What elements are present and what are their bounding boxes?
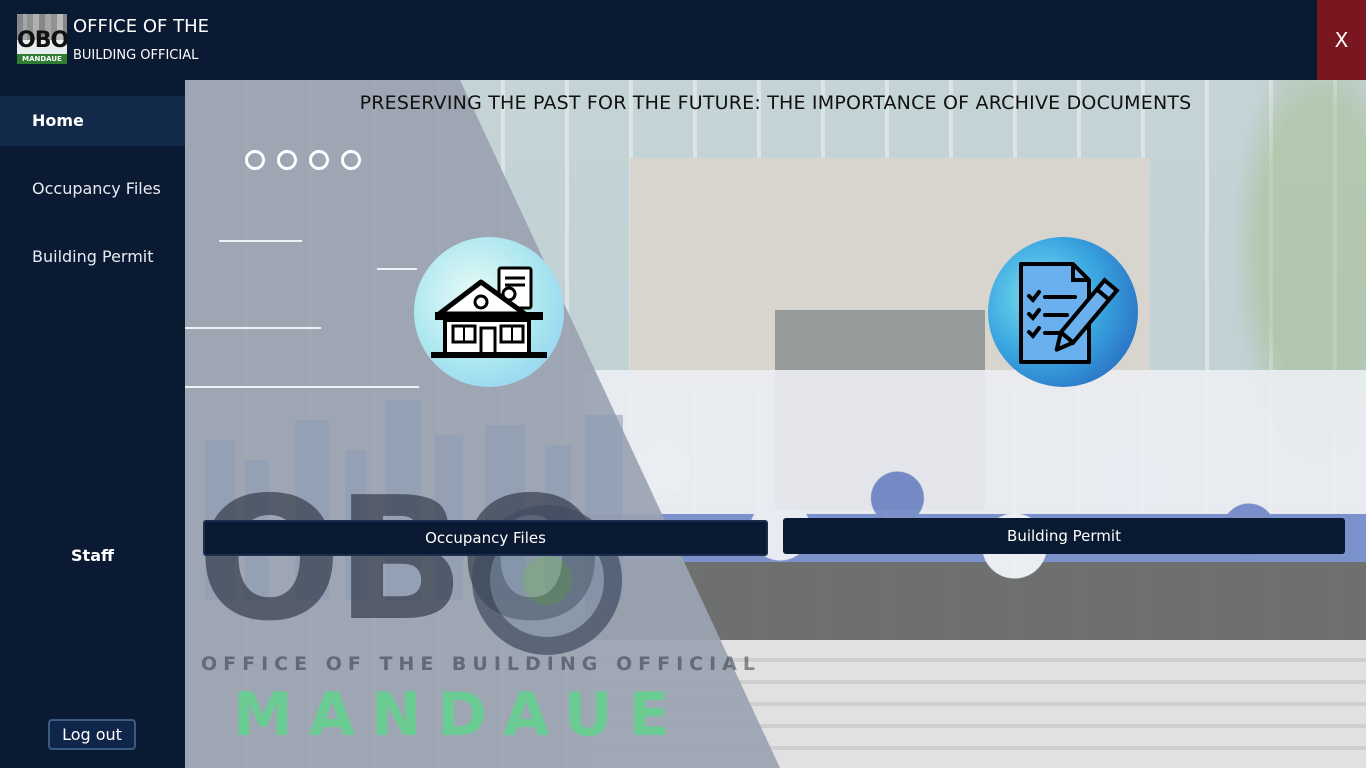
house-certificate-icon[interactable] [414, 237, 564, 387]
main-panel: OBO OFFICE OF THE BUILDING OFFICIAL MAND… [185, 80, 1366, 768]
carousel-dots [245, 150, 361, 170]
permit-document-pen-icon[interactable] [988, 237, 1138, 387]
sidebar-item-staff[interactable]: Staff [0, 546, 185, 565]
house-icon [431, 266, 547, 358]
background-obo-subtitle: OFFICE OF THE BUILDING OFFICIAL [201, 653, 761, 675]
logo-strip: MANDAUE [17, 54, 67, 64]
decor-line [185, 327, 321, 329]
carousel-dot[interactable] [341, 150, 361, 170]
background-mandaue-text: MANDAUE [233, 680, 686, 750]
app-title-line2: BUILDING OFFICIAL [73, 48, 199, 63]
close-button[interactable]: X [1317, 0, 1366, 80]
page-heading: PRESERVING THE PAST FOR THE FUTURE: THE … [359, 92, 1192, 114]
building-permit-button[interactable]: Building Permit [783, 518, 1345, 554]
carousel-dot[interactable] [309, 150, 329, 170]
app-header: OBO MANDAUE OFFICE OF THE BUILDING OFFIC… [0, 0, 1366, 80]
sidebar-item-home[interactable]: Home [0, 96, 185, 146]
sidebar: Home Occupancy Files Building Permit Sta… [0, 80, 185, 768]
decor-line [219, 240, 302, 242]
logo-obo-text: OBO [17, 28, 67, 53]
app-title-line1: OFFICE OF THE [73, 16, 209, 37]
decor-line [185, 386, 419, 388]
occupancy-files-button[interactable]: Occupancy Files [203, 520, 768, 556]
sidebar-item-building-permit[interactable]: Building Permit [0, 232, 185, 282]
obo-logo: OBO MANDAUE [17, 14, 67, 64]
logout-button[interactable]: Log out [48, 719, 136, 750]
sidebar-item-occupancy-files[interactable]: Occupancy Files [0, 164, 185, 214]
document-pen-icon [1019, 262, 1120, 364]
decor-line [377, 268, 417, 270]
carousel-dot[interactable] [245, 150, 265, 170]
carousel-dot[interactable] [277, 150, 297, 170]
